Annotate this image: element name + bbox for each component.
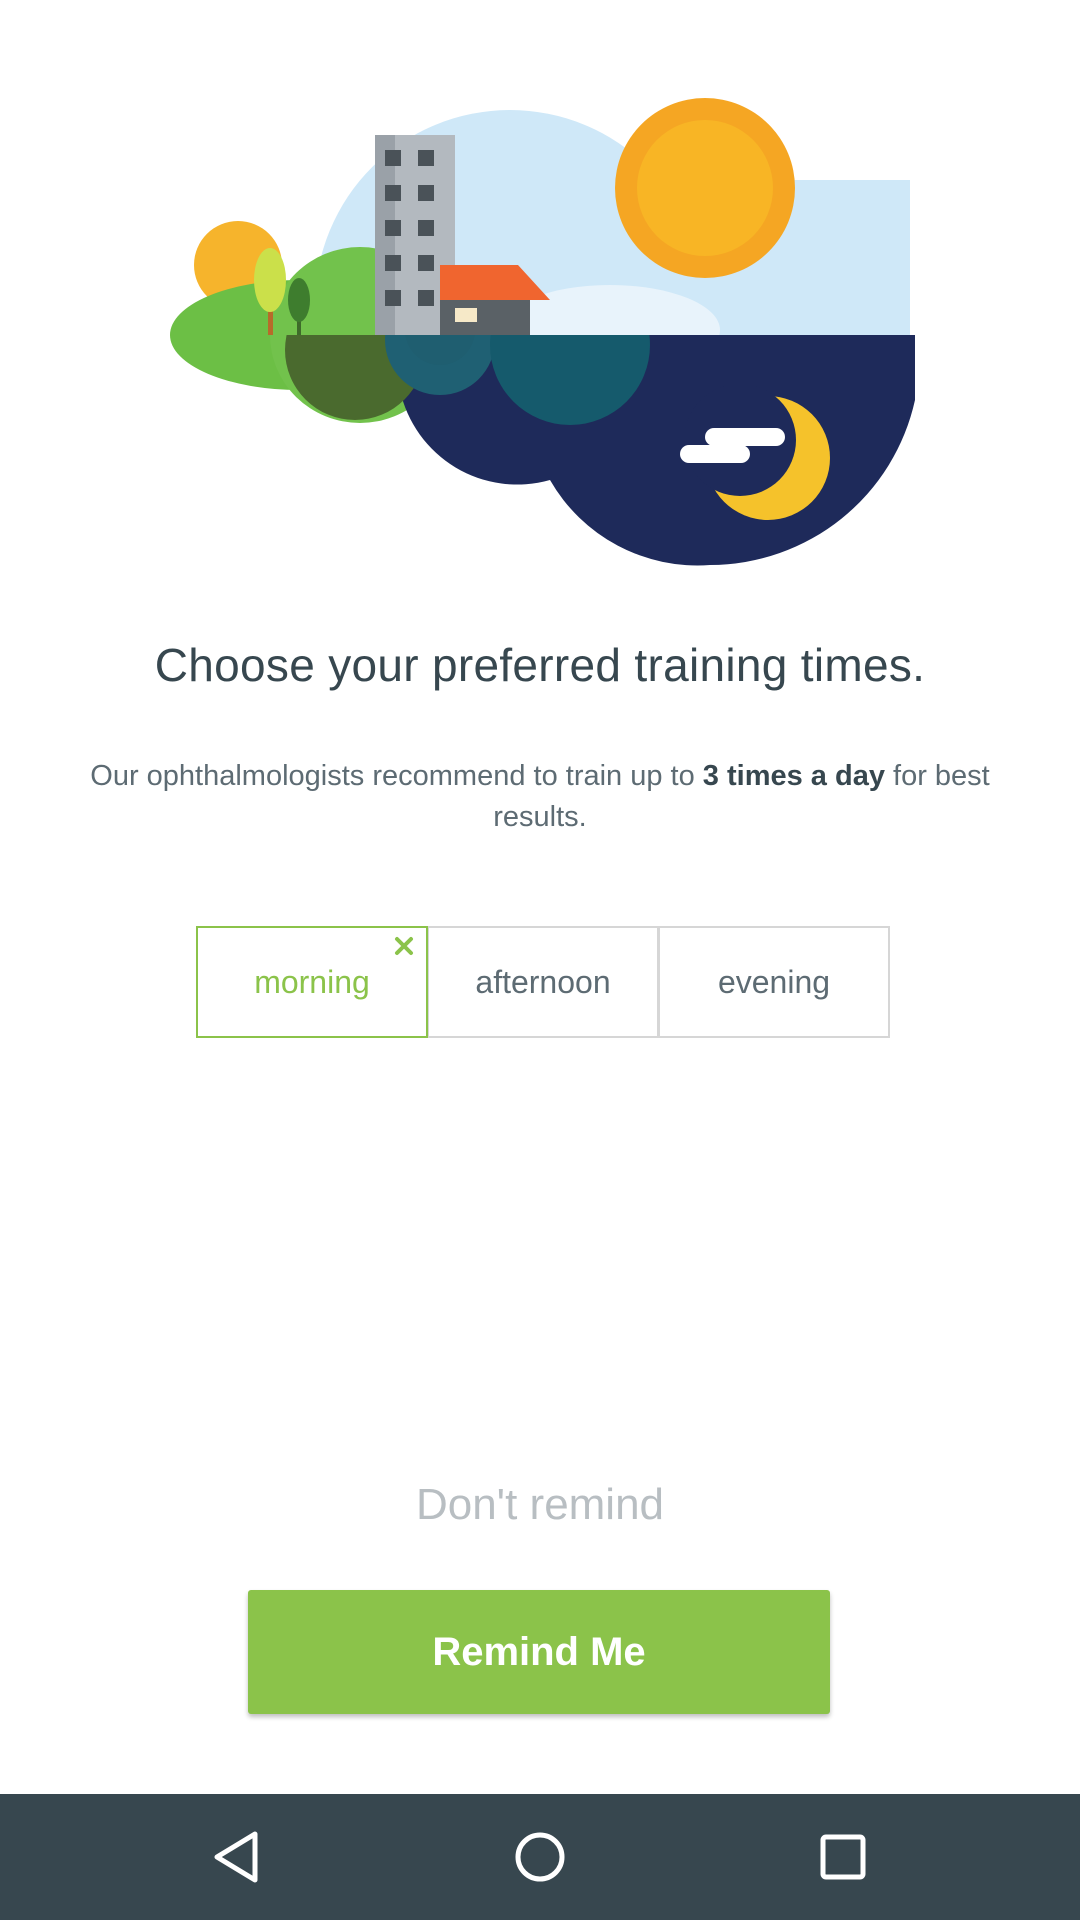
- system-nav-bar: [0, 1794, 1080, 1920]
- training-time-selector: morning afternoon evening: [196, 926, 890, 1038]
- home-circle-icon[interactable]: [505, 1822, 575, 1892]
- time-option-afternoon[interactable]: afternoon: [427, 926, 659, 1038]
- page-subtitle: Our ophthalmologists recommend to train …: [90, 756, 990, 838]
- time-option-evening[interactable]: evening: [658, 926, 890, 1038]
- time-option-morning[interactable]: morning: [196, 926, 428, 1038]
- time-option-label: afternoon: [475, 963, 611, 1000]
- subtitle-emphasis: 3 times a day: [702, 760, 885, 792]
- subtitle-text: Our ophthalmologists recommend to train …: [90, 760, 703, 792]
- time-option-label: morning: [254, 963, 370, 1000]
- back-triangle-icon[interactable]: [203, 1822, 273, 1892]
- day-night-illustration: [170, 98, 915, 566]
- time-option-label: evening: [717, 963, 831, 1000]
- dont-remind-button[interactable]: Don't remind: [0, 1480, 1080, 1530]
- sun-icon: [615, 98, 795, 278]
- close-icon[interactable]: [392, 934, 416, 958]
- recents-square-icon[interactable]: [808, 1822, 878, 1892]
- remind-me-button[interactable]: Remind Me: [248, 1590, 830, 1714]
- page-title: Choose your preferred training times.: [154, 639, 926, 691]
